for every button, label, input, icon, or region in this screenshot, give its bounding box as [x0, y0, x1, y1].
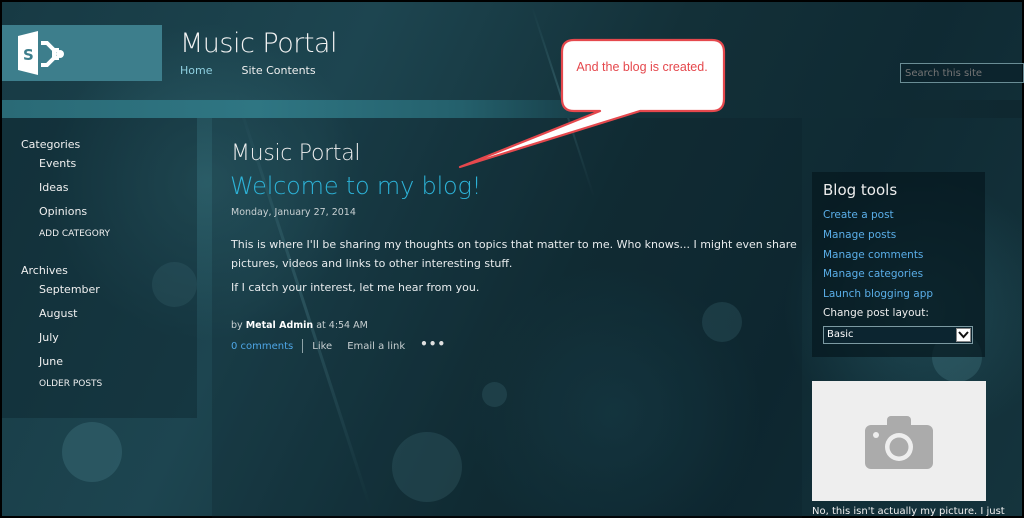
post-layout-select[interactable]: Basic: [823, 326, 973, 344]
more-options-icon[interactable]: •••: [420, 337, 446, 351]
post-body: This is where I'll be sharing my thought…: [231, 236, 806, 304]
archive-item[interactable]: September: [39, 283, 100, 296]
post-time: at 4:54 AM: [316, 320, 368, 331]
email-link[interactable]: Email a link: [347, 341, 405, 352]
nav-site-contents[interactable]: Site Contents: [241, 64, 315, 77]
archive-item[interactable]: July: [39, 331, 59, 344]
top-navigation: Home Site Contents: [180, 64, 316, 77]
site-logo[interactable]: S: [2, 25, 162, 81]
svg-text:S: S: [23, 46, 34, 64]
post-paragraph: This is where I'll be sharing my thought…: [231, 238, 797, 270]
post-actions: 0 comments Like Email a link •••: [231, 337, 446, 353]
left-navigation: Categories Events Ideas Opinions ADD CAT…: [2, 118, 197, 418]
post-layout-value: Basic: [827, 329, 854, 340]
category-item[interactable]: Ideas: [39, 181, 68, 194]
callout-text: And the blog is created.: [576, 60, 708, 74]
add-category-link[interactable]: ADD CATEGORY: [39, 229, 110, 239]
camera-icon: [865, 416, 933, 469]
create-post-link[interactable]: Create a post: [823, 209, 894, 221]
archive-item[interactable]: June: [39, 355, 63, 368]
post-paragraph: If I catch your interest, let me hear fr…: [231, 281, 480, 294]
search-input[interactable]: [900, 63, 1024, 83]
byline-prefix: by: [231, 320, 243, 331]
header-band: [2, 100, 1022, 118]
blog-tools-panel: Blog tools Create a post Manage posts Ma…: [812, 172, 985, 357]
manage-posts-link[interactable]: Manage posts: [823, 229, 896, 241]
blog-name: Music Portal: [231, 141, 361, 166]
post-author[interactable]: Metal Admin: [246, 320, 313, 331]
categories-heading[interactable]: Categories: [21, 138, 80, 151]
category-item[interactable]: Opinions: [39, 205, 87, 218]
post-layout-label: Change post layout:: [823, 307, 929, 319]
chevron-down-icon[interactable]: [956, 328, 971, 342]
profile-photo-placeholder: [812, 381, 986, 501]
like-link[interactable]: Like: [312, 341, 332, 352]
site-title[interactable]: Music Portal: [180, 28, 337, 59]
nav-home[interactable]: Home: [180, 64, 212, 77]
comments-link[interactable]: 0 comments: [231, 341, 293, 352]
category-item[interactable]: Events: [39, 157, 76, 170]
launch-blogging-app-link[interactable]: Launch blogging app: [823, 288, 933, 300]
action-divider: [302, 339, 304, 353]
post-title[interactable]: Welcome to my blog!: [230, 172, 481, 200]
blog-tools-title: Blog tools: [823, 181, 898, 199]
photo-caption: No, this isn't actually my picture. I ju…: [812, 506, 1005, 517]
archive-item[interactable]: August: [39, 307, 78, 320]
manage-categories-link[interactable]: Manage categories: [823, 268, 923, 280]
background-bokeh: [62, 422, 122, 482]
older-posts-link[interactable]: OLDER POSTS: [39, 379, 102, 389]
manage-comments-link[interactable]: Manage comments: [823, 249, 923, 261]
sharepoint-logo-icon: S: [18, 31, 64, 75]
post-date: Monday, January 27, 2014: [231, 207, 356, 218]
post-byline: by Metal Admin at 4:54 AM: [231, 320, 368, 331]
archives-heading[interactable]: Archives: [21, 264, 68, 277]
